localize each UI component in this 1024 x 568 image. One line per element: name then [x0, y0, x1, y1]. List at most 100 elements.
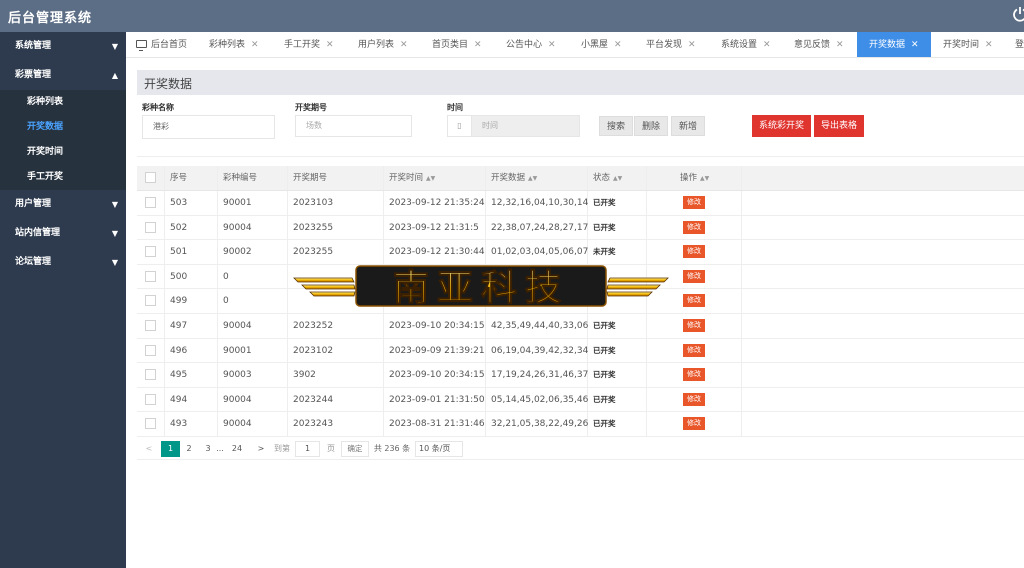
- header-id: 序号: [165, 166, 218, 190]
- row-lottery-code: 90004: [218, 412, 288, 436]
- row-checkbox[interactable]: [145, 319, 156, 331]
- prev-page-button[interactable]: <: [142, 441, 156, 457]
- row-draw-data: 17,19,24,26,31,46,37: [486, 363, 588, 387]
- chevron-down-icon: ▼: [111, 258, 118, 267]
- close-icon[interactable]: ✕: [548, 40, 556, 50]
- row-id: 503: [165, 191, 218, 215]
- menu-forum[interactable]: 论坛管理 ▼: [0, 248, 126, 277]
- tab-announcements[interactable]: 公告中心 ✕: [506, 32, 556, 57]
- close-icon[interactable]: ✕: [614, 40, 622, 50]
- menu-users[interactable]: 用户管理 ▼: [0, 190, 126, 219]
- tab-draw-data[interactable]: 开奖数据 ✕: [857, 32, 931, 57]
- row-draw-data: 42,35,49,44,40,33,06: [486, 313, 588, 338]
- sidebar-item-lottery-list[interactable]: 彩种列表: [0, 90, 126, 115]
- system-draw-button[interactable]: 系统彩开奖: [752, 115, 812, 137]
- menu-messages[interactable]: 站内信管理 ▼: [0, 219, 126, 248]
- header-draw-data[interactable]: 开奖数据 ▲▼: [486, 166, 588, 190]
- row-draw-data: 32,21,05,38,22,49,26: [486, 412, 588, 436]
- lottery-name-input[interactable]: 港彩: [142, 115, 275, 139]
- edit-button[interactable]: 修改: [683, 294, 705, 308]
- row-checkbox[interactable]: [145, 270, 156, 282]
- goto-page-input[interactable]: 1: [295, 441, 320, 457]
- row-checkbox[interactable]: [145, 418, 156, 430]
- close-icon[interactable]: ✕: [836, 40, 844, 50]
- tab-draw-time[interactable]: 开奖时间 ✕: [943, 32, 993, 57]
- edit-button[interactable]: 修改: [683, 392, 705, 406]
- row-id: 499: [165, 289, 218, 313]
- app-title: 后台管理系统: [8, 11, 93, 26]
- tab-lottery-list[interactable]: 彩种列表 ✕: [209, 32, 259, 57]
- row-draw-time: 2023-09-01 21:31:50: [384, 387, 486, 412]
- menu-lottery[interactable]: 彩票管理 ▲: [0, 61, 126, 90]
- edit-button[interactable]: 修改: [683, 220, 705, 234]
- menu-system[interactable]: 系统管理 ▼: [0, 32, 126, 61]
- sidebar-item-manual-draw[interactable]: 手工开奖: [0, 165, 126, 190]
- edit-button[interactable]: 修改: [683, 318, 705, 332]
- issue-input[interactable]: 场数: [295, 115, 412, 137]
- row-checkbox[interactable]: [145, 344, 156, 356]
- sort-icon[interactable]: ▲▼: [700, 175, 709, 182]
- row-select-cell: [137, 264, 165, 289]
- edit-button[interactable]: 修改: [683, 417, 705, 431]
- edit-button[interactable]: 修改: [683, 368, 705, 382]
- row-lottery-code: 90003: [218, 363, 288, 387]
- add-button[interactable]: 新增: [671, 116, 706, 136]
- tab-blacklist[interactable]: 小黑屋 ✕: [581, 32, 622, 57]
- page-1-button[interactable]: 1: [161, 441, 180, 457]
- sort-icon[interactable]: ▲▼: [426, 175, 435, 182]
- header-draw-time[interactable]: 开奖时间 ▲▼: [384, 166, 486, 190]
- time-picker[interactable]: ▯ 时间: [447, 115, 580, 137]
- close-icon[interactable]: ✕: [326, 40, 334, 50]
- row-id: 496: [165, 338, 218, 363]
- page-24-button[interactable]: 24: [228, 441, 246, 457]
- tab-platform-discover[interactable]: 平台发现 ✕: [646, 32, 696, 57]
- tab-feedback[interactable]: 意见反馈 ✕: [794, 32, 844, 57]
- close-icon[interactable]: ✕: [763, 40, 771, 50]
- row-select-cell: [137, 338, 165, 363]
- export-button[interactable]: 导出表格: [814, 115, 865, 137]
- row-actions: 修改: [647, 412, 742, 436]
- row-checkbox[interactable]: [145, 246, 156, 258]
- page-3-button[interactable]: 3: [202, 441, 214, 457]
- tab-system-settings[interactable]: 系统设置 ✕: [721, 32, 771, 57]
- lottery-name-label: 彩种名称: [142, 103, 174, 112]
- sort-icon[interactable]: ▲▼: [528, 175, 537, 182]
- tab-home[interactable]: 后台首页: [136, 32, 187, 57]
- sort-icon[interactable]: ▲▼: [613, 175, 622, 182]
- tab-home-category[interactable]: 首页类目 ✕: [432, 32, 482, 57]
- header-actions[interactable]: 操作 ▲▼: [647, 166, 742, 190]
- close-icon[interactable]: ✕: [985, 40, 993, 50]
- chevron-down-icon: ▼: [111, 42, 118, 51]
- close-icon[interactable]: ✕: [400, 40, 408, 50]
- sidebar-item-draw-data[interactable]: 开奖数据: [0, 115, 126, 140]
- next-page-button[interactable]: >: [254, 441, 268, 457]
- delete-button[interactable]: 删除: [634, 116, 669, 136]
- page-2-button[interactable]: 2: [182, 441, 196, 457]
- tab-manual-draw[interactable]: 手工开奖 ✕: [284, 32, 334, 57]
- row-actions: 修改: [647, 338, 742, 363]
- tab-user-list[interactable]: 用户列表 ✕: [358, 32, 408, 57]
- close-icon[interactable]: ✕: [688, 40, 696, 50]
- row-checkbox[interactable]: [145, 369, 156, 381]
- row-checkbox[interactable]: [145, 197, 156, 208]
- row-actions: 修改: [647, 387, 742, 412]
- goto-confirm-button[interactable]: 确定: [341, 441, 369, 457]
- row-checkbox[interactable]: [145, 295, 156, 307]
- power-icon[interactable]: [1012, 6, 1024, 22]
- close-icon[interactable]: ✕: [251, 40, 259, 50]
- header-status[interactable]: 状态 ▲▼: [588, 166, 647, 190]
- search-button[interactable]: 搜索: [599, 116, 634, 136]
- sidebar-item-draw-time[interactable]: 开奖时间: [0, 140, 126, 165]
- row-checkbox[interactable]: [145, 221, 156, 233]
- edit-button[interactable]: 修改: [683, 196, 705, 209]
- row-actions: 修改: [647, 313, 742, 338]
- close-icon[interactable]: ✕: [911, 40, 919, 50]
- edit-button[interactable]: 修改: [683, 343, 705, 357]
- tab-login[interactable]: 登: [1015, 32, 1024, 57]
- edit-button[interactable]: 修改: [683, 245, 705, 259]
- close-icon[interactable]: ✕: [474, 40, 482, 50]
- page-size-select[interactable]: 10 条/页: [415, 441, 463, 457]
- row-checkbox[interactable]: [145, 393, 156, 405]
- edit-button[interactable]: 修改: [683, 269, 705, 283]
- select-all-checkbox[interactable]: [145, 172, 156, 183]
